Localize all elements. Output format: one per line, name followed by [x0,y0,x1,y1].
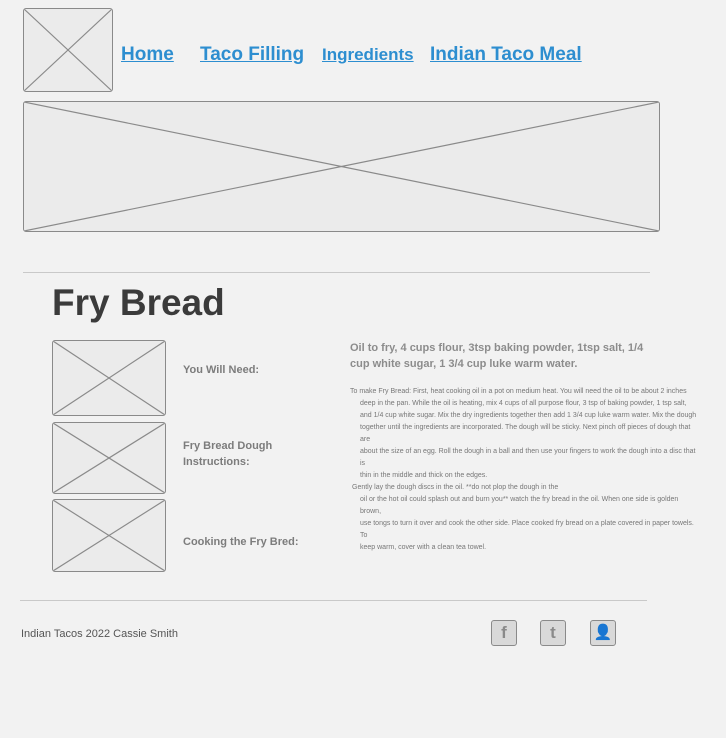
dough-instructions-label: Fry Bread Dough Instructions: [183,440,273,468]
instructions-text: To make Fry Bread: First, heat cooking o… [350,386,698,554]
cooking-image-placeholder [52,499,166,572]
ingredients-image-placeholder [52,340,166,416]
instruction-line: about the size of an egg. Roll the dough… [360,448,696,467]
ingredients-summary: Oil to fry, 4 cups flour, 3tsp baking po… [350,342,644,370]
nav-taco-filling-link[interactable]: Taco Filling [200,44,304,66]
logo-image-placeholder [23,8,113,92]
cooking-label: Cooking the Fry Bred: [183,536,299,548]
user-icon[interactable]: 👤 [590,620,616,646]
user-glyph: 👤 [593,624,613,641]
footer-divider [20,600,647,601]
dough-image-placeholder [52,422,166,494]
instruction-line: use tongs to turn it over and cook the o… [360,520,694,539]
hero-image-placeholder [23,101,660,232]
twitter-glyph: t [550,623,556,642]
page-title: Fry Bread [52,282,225,323]
footer-copyright: Indian Tacos 2022 Cassie Smith [21,628,178,640]
instruction-line: keep warm, cover with a clean tea towel. [360,544,487,551]
instruction-line: thin in the middle and thick on the edge… [360,472,488,479]
instruction-line: and 1/4 cup white sugar. Mix the dry ing… [360,412,697,419]
you-will-need-label: You Will Need: [183,364,260,376]
instruction-line: deep in the pan. While the oil is heatin… [360,400,687,407]
section-divider [23,272,650,273]
instruction-line: Gently lay the dough discs in the oil. *… [352,484,559,491]
instruction-line: To make Fry Bread: First, heat cooking o… [350,388,687,395]
instruction-line: together until the ingredients are incor… [360,424,691,443]
facebook-icon[interactable]: f [491,620,517,646]
twitter-icon[interactable]: t [540,620,566,646]
nav-ingredients-link[interactable]: Ingredients [322,45,414,65]
facebook-glyph: f [501,623,507,642]
nav-indian-taco-meal-link[interactable]: Indian Taco Meal [430,44,582,66]
nav-home-link[interactable]: Home [121,44,174,66]
instruction-line: oil or the hot oil could splash out and … [360,496,679,515]
